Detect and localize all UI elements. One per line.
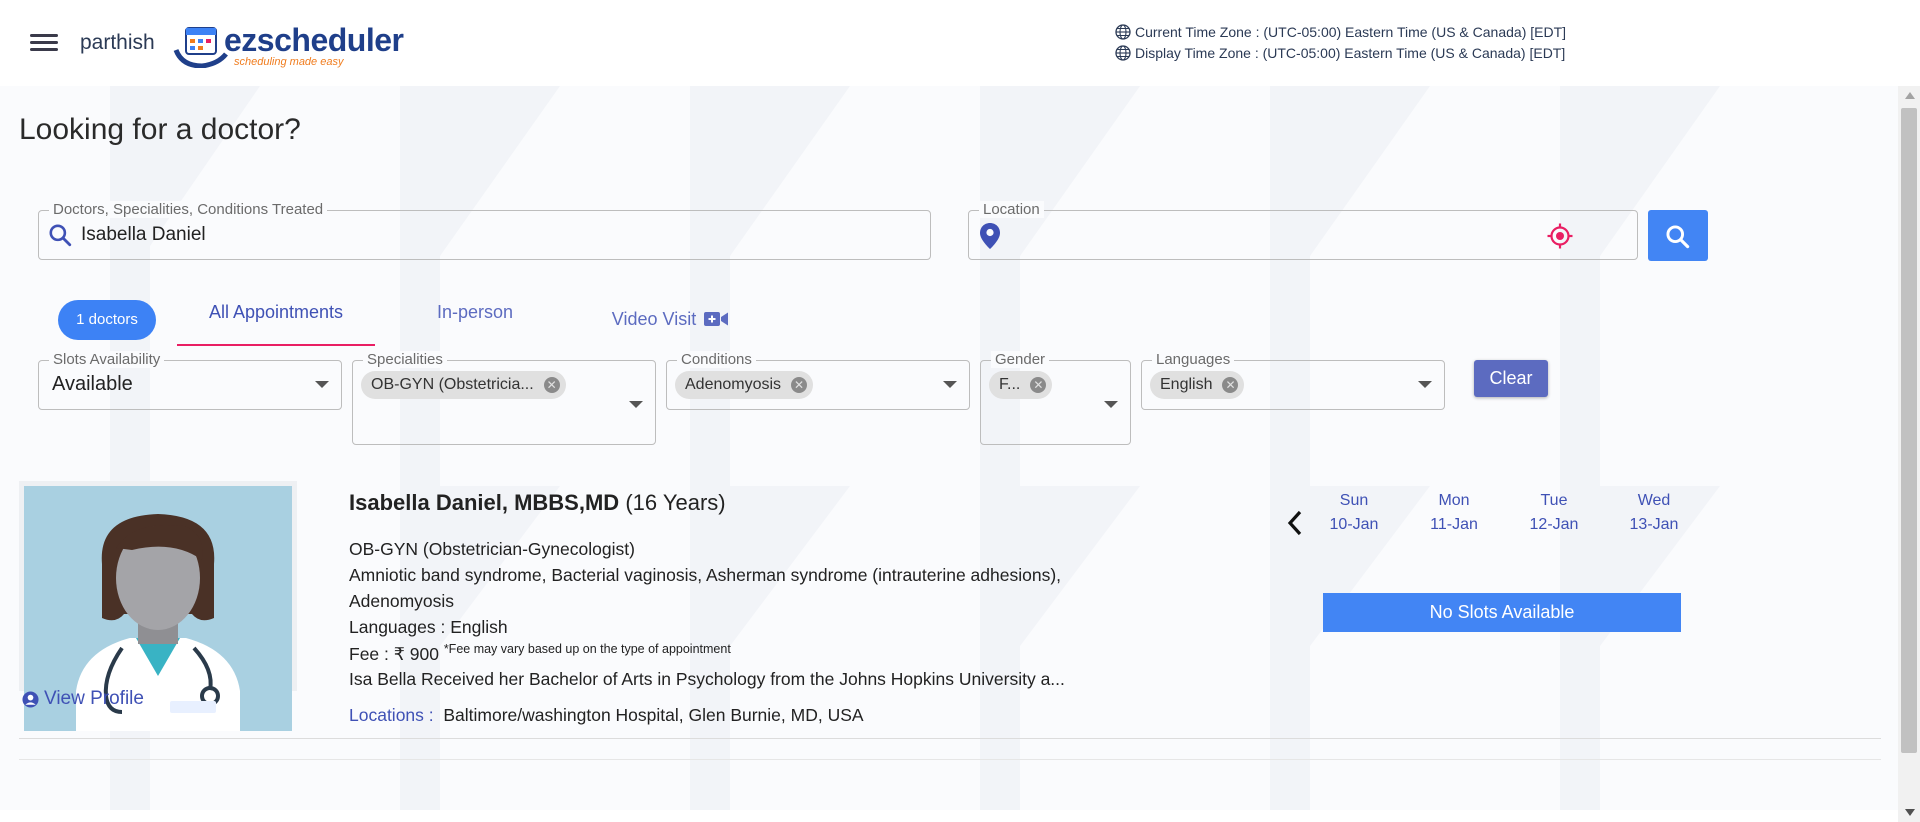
doctor-count-badge: 1 doctors — [58, 300, 156, 340]
divider — [19, 759, 1881, 760]
page-title: Looking for a doctor? — [19, 113, 301, 146]
specialities-label: Specialities — [363, 351, 447, 368]
doctor-card: View Profile Isabella Daniel, MBBS,MD (1… — [19, 481, 1881, 731]
language-chip-label: English — [1160, 376, 1213, 393]
doctor-bio: Isa Bella Received her Bachelor of Arts … — [349, 669, 1065, 689]
vertical-scrollbar[interactable] — [1898, 86, 1920, 822]
day-column[interactable]: Tue 12-Jan — [1519, 489, 1589, 537]
fee-amount: Fee : ₹ 900 — [349, 643, 439, 664]
doctor-photo-frame — [19, 481, 297, 731]
dropdown-arrow-icon[interactable] — [629, 401, 643, 408]
slots-availability-select[interactable]: Slots Availability Available — [38, 351, 342, 410]
chip-remove-icon[interactable]: ✕ — [543, 377, 560, 393]
logo-text: ezscheduler — [224, 22, 404, 58]
languages-label: Languages — [1152, 351, 1235, 368]
tab-all-appointments[interactable]: All Appointments — [177, 294, 375, 346]
gender-chip: F... ✕ — [989, 371, 1053, 399]
menu-icon[interactable] — [30, 30, 58, 56]
view-profile-label: View Profile — [44, 688, 144, 709]
slots-availability-value: Available — [52, 373, 133, 395]
search-button[interactable] — [1648, 210, 1708, 261]
day-of-week: Sun — [1339, 492, 1369, 509]
dropdown-arrow-icon[interactable] — [315, 381, 329, 388]
no-slots-available-button[interactable]: No Slots Available — [1323, 593, 1681, 632]
doctor-languages: Languages : English — [349, 617, 508, 637]
display-timezone[interactable]: Display Time Zone : (UTC-05:00) Eastern … — [1115, 45, 1565, 61]
tab-in-person[interactable]: In-person — [410, 294, 540, 344]
scroll-down-arrow-icon[interactable] — [1905, 809, 1915, 816]
logo-tagline: scheduling made easy — [234, 56, 344, 68]
day-column[interactable]: Wed 13-Jan — [1619, 489, 1689, 537]
conditions-label: Conditions — [677, 351, 756, 368]
calendar-logo-icon — [173, 27, 228, 68]
tab-video-visit-label: Video Visit — [611, 309, 697, 329]
search-input-label: Doctors, Specialities, Conditions Treate… — [49, 201, 328, 218]
globe-icon — [1115, 45, 1131, 61]
user-name: parthish — [80, 31, 155, 54]
doctor-search-input[interactable]: Doctors, Specialities, Conditions Treate… — [38, 201, 931, 260]
speciality-chip-label: OB-GYN (Obstetricia... — [371, 376, 534, 393]
clear-filters-button[interactable]: Clear — [1474, 360, 1548, 397]
day-date: 11-Jan — [1430, 516, 1478, 533]
tab-video-visit[interactable]: Video Visit — [590, 294, 750, 344]
speciality-chip: OB-GYN (Obstetricia... ✕ — [361, 371, 566, 399]
scrollbar-thumb[interactable] — [1901, 108, 1917, 753]
condition-chip-label: Adenomyosis — [685, 376, 782, 393]
day-column[interactable]: Sun 10-Jan — [1319, 489, 1389, 537]
search-icon — [49, 224, 72, 247]
doctor-name[interactable]: Isabella Daniel, MBBS,MD — [349, 490, 619, 515]
scroll-up-arrow-icon[interactable] — [1905, 92, 1915, 99]
chevron-left-icon[interactable] — [1283, 508, 1307, 538]
dropdown-arrow-icon[interactable] — [1418, 381, 1432, 388]
doctor-speciality: OB-GYN (Obstetrician-Gynecologist) — [349, 539, 635, 559]
specialities-select[interactable]: Specialities OB-GYN (Obstetricia... ✕ — [352, 351, 656, 445]
display-timezone-text: Display Time Zone : (UTC-05:00) Eastern … — [1135, 45, 1566, 61]
languages-select[interactable]: Languages English ✕ — [1141, 351, 1445, 410]
day-date: 12-Jan — [1529, 516, 1579, 533]
gender-chip-label: F... — [999, 376, 1021, 393]
top-bar: parthish ezscheduler scheduling made eas… — [0, 0, 1920, 86]
condition-chip: Adenomyosis ✕ — [675, 371, 814, 399]
doctor-conditions: Amniotic band syndrome, Bacterial vagino… — [349, 565, 1062, 585]
gender-select[interactable]: Gender F... ✕ — [980, 351, 1131, 445]
doctor-locations: Locations : Baltimore/washington Hospita… — [349, 705, 864, 726]
day-column[interactable]: Mon 11-Jan — [1419, 489, 1489, 537]
doctor-name-line[interactable]: Isabella Daniel, MBBS,MD (16 Years) — [349, 490, 726, 516]
user-circle-icon — [22, 690, 39, 708]
chip-remove-icon[interactable]: ✕ — [791, 377, 808, 393]
slots-availability-label: Slots Availability — [49, 351, 165, 368]
main-content: Looking for a doctor? Doctors, Specialit… — [0, 86, 1898, 810]
location-input-label: Location — [979, 201, 1044, 218]
my-location-icon[interactable] — [1547, 223, 1573, 249]
globe-icon — [1115, 24, 1131, 40]
search-icon — [1666, 225, 1690, 249]
dropdown-arrow-icon[interactable] — [1104, 401, 1118, 408]
locations-value: Baltimore/washington Hospital, Glen Burn… — [443, 705, 864, 725]
day-date: 13-Jan — [1629, 516, 1679, 533]
location-input[interactable]: Location — [968, 201, 1638, 260]
search-input-value[interactable]: Isabella Daniel — [81, 224, 206, 246]
conditions-select[interactable]: Conditions Adenomyosis ✕ — [666, 351, 970, 410]
video-camera-icon — [704, 312, 729, 326]
current-timezone-text: Current Time Zone : (UTC-05:00) Eastern … — [1135, 24, 1567, 40]
fee-note: *Fee may vary based up on the type of ap… — [443, 642, 731, 656]
gender-label: Gender — [991, 351, 1050, 368]
doctor-conditions-continued: Adenomyosis — [349, 591, 455, 611]
ezscheduler-logo[interactable]: ezscheduler scheduling made easy — [172, 16, 404, 72]
day-of-week: Tue — [1540, 492, 1568, 509]
dropdown-arrow-icon[interactable] — [943, 381, 957, 388]
day-of-week: Wed — [1637, 492, 1671, 509]
view-profile-link[interactable]: View Profile — [22, 688, 144, 710]
doctor-experience: (16 Years) — [625, 490, 726, 515]
chip-remove-icon[interactable]: ✕ — [1030, 377, 1047, 393]
locations-label: Locations : — [349, 705, 434, 725]
doctor-fee: Fee : ₹ 900 *Fee may vary based up on th… — [349, 642, 731, 665]
language-chip: English ✕ — [1150, 371, 1245, 399]
day-date: 10-Jan — [1329, 516, 1379, 533]
current-timezone: Current Time Zone : (UTC-05:00) Eastern … — [1115, 24, 1566, 40]
divider — [19, 738, 1881, 739]
day-of-week: Mon — [1438, 492, 1470, 509]
chip-remove-icon[interactable]: ✕ — [1222, 377, 1239, 393]
location-pin-icon — [980, 223, 1000, 249]
